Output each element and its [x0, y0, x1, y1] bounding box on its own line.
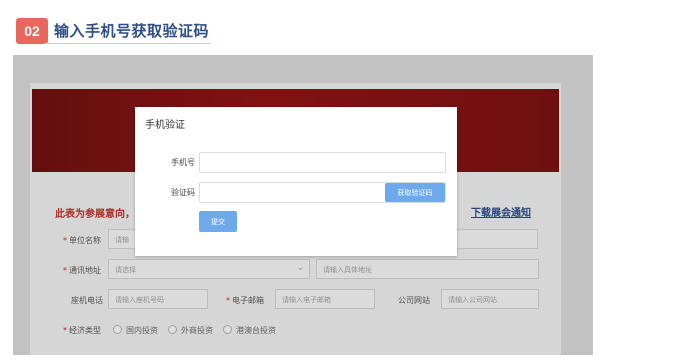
dialog-title: 手机验证 [145, 120, 185, 131]
phone-input[interactable] [199, 152, 446, 173]
get-code-button[interactable]: 获取验证码 [385, 183, 445, 202]
code-label: 验证码 [171, 188, 195, 197]
phone-label: 手机号 [171, 158, 195, 167]
title-underline [44, 43, 210, 44]
phone-verify-dialog: 手机验证 手机号 验证码 获取验证码 提交 [135, 107, 457, 256]
step-number-badge: 02 [16, 18, 48, 44]
step-title: 输入手机号获取验证码 [54, 22, 210, 40]
submit-button[interactable]: 提交 [199, 211, 237, 232]
